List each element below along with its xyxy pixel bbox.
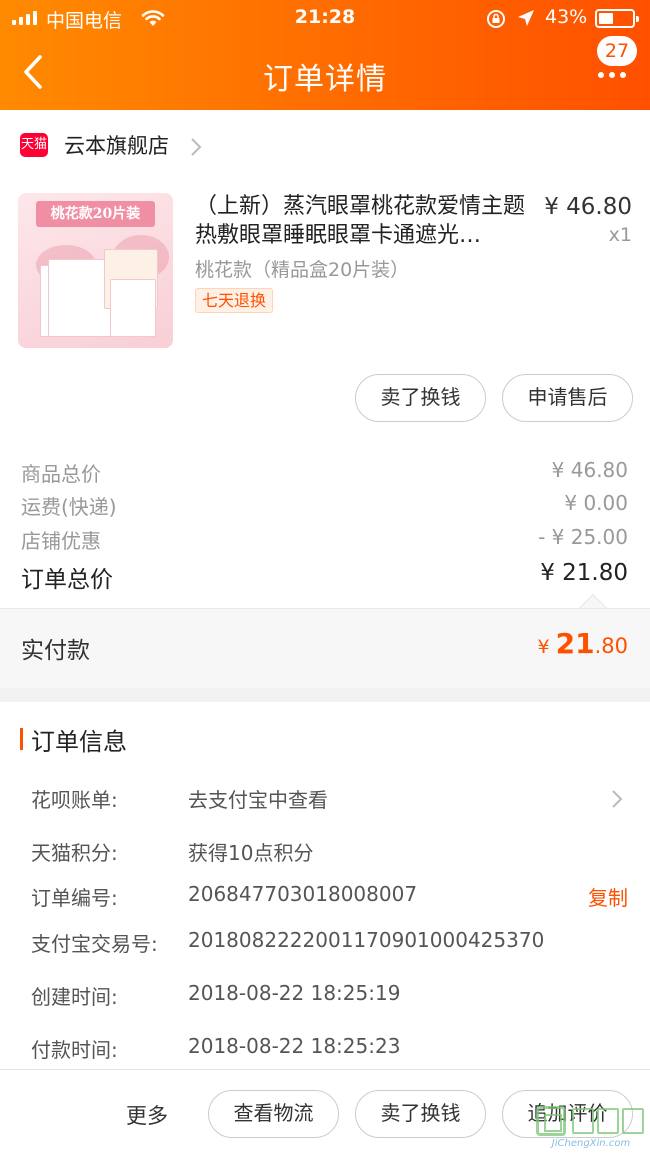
product-title[interactable]: （上新）蒸汽眼罩桃花款爱情主题热敷眼罩睡眠眼罩卡通遮光… xyxy=(195,192,530,250)
cost-value: - ¥ 25.00 xyxy=(538,525,628,549)
product-thumbnail[interactable]: 桃花款20片装 xyxy=(18,193,173,348)
message-count-badge[interactable]: 27 xyxy=(597,36,637,66)
cost-label: 运费(快递) xyxy=(21,495,117,519)
info-value: 2018-08-22 18:25:23 xyxy=(188,1034,401,1058)
info-row-alipay-trade: 支付宝交易号: 2018082222001170901000425370 xyxy=(0,928,650,960)
info-row-paid-time: 付款时间: 2018-08-22 18:25:23 xyxy=(0,1034,650,1066)
info-key: 付款时间: xyxy=(31,1038,118,1062)
tmall-logo-icon: 天猫 xyxy=(20,133,48,157)
watermark-logo: JiChengXin.com xyxy=(532,1104,650,1156)
chevron-right-icon xyxy=(191,138,202,156)
cost-row-discount: 店铺优惠 - ¥ 25.00 xyxy=(0,525,650,555)
product-quantity: x1 xyxy=(608,224,632,246)
paid-amount: ¥ 21.80 xyxy=(537,627,628,660)
info-key: 支付宝交易号: xyxy=(31,932,158,956)
total-label: 订单总价 xyxy=(21,567,113,593)
info-row-points: 天猫积分: 获得10点积分 xyxy=(0,837,650,869)
order-total-row: 订单总价 ¥ 21.80 xyxy=(0,560,650,596)
view-logistics-button[interactable]: 查看物流 xyxy=(208,1090,339,1138)
info-value: 2018082222001170901000425370 xyxy=(188,928,545,952)
cost-value: ¥ 46.80 xyxy=(551,458,628,482)
section-title: 订单信息 xyxy=(31,728,127,756)
cost-row-shipping: 运费(快递) ¥ 0.00 xyxy=(0,491,650,521)
status-bar: 中国电信 21:28 43% xyxy=(0,0,650,36)
paid-label: 实付款 xyxy=(21,638,90,664)
cost-label: 商品总价 xyxy=(21,462,101,486)
battery-percent: 43% xyxy=(545,6,588,28)
product-price: ¥ 46.80 xyxy=(544,194,632,220)
copy-button[interactable]: 复制 xyxy=(588,882,628,911)
page-title: 订单详情 xyxy=(263,62,387,97)
info-key: 花呗账单: xyxy=(31,788,118,812)
info-value: 206847703018008007 xyxy=(188,882,418,906)
location-arrow-icon xyxy=(518,10,534,26)
thumbnail-banner: 桃花款20片装 xyxy=(36,201,155,227)
info-key: 创建时间: xyxy=(31,985,118,1009)
paid-amount-row: 实付款 ¥ 21.80 xyxy=(0,608,650,688)
cost-label: 店铺优惠 xyxy=(21,529,101,553)
orientation-lock-icon xyxy=(487,10,505,28)
battery-icon xyxy=(595,9,639,28)
info-row-order-number: 订单编号: 206847703018008007 复制 xyxy=(0,882,650,914)
return-policy-badge: 七天退换 xyxy=(195,288,274,313)
watermark-text: JiChengXin.com xyxy=(551,1138,631,1149)
info-key: 天猫积分: xyxy=(31,841,118,865)
order-summary-card: 天猫 云本旗舰店 桃花款20片装 （上新）蒸汽眼罩桃花款爱情主题热敷眼罩睡眠眼罩… xyxy=(0,110,650,688)
info-key: 订单编号: xyxy=(31,886,118,910)
info-row-created: 创建时间: 2018-08-22 18:25:19 xyxy=(0,981,650,1013)
cost-row-subtotal: 商品总价 ¥ 46.80 xyxy=(0,458,650,488)
info-row-huabei[interactable]: 花呗账单: 去支付宝中查看 xyxy=(0,784,650,816)
info-value: 去支付宝中查看 xyxy=(188,788,328,812)
info-value: 2018-08-22 18:25:19 xyxy=(188,981,401,1005)
after-sales-button[interactable]: 申请售后 xyxy=(502,374,633,422)
store-link[interactable]: 天猫 云本旗舰店 xyxy=(0,128,650,164)
section-accent-bar xyxy=(20,728,23,750)
header: 中国电信 21:28 43% 订单详情 27 xyxy=(0,0,650,110)
cost-value: ¥ 0.00 xyxy=(564,491,628,515)
store-name: 云本旗舰店 xyxy=(64,134,169,158)
more-actions-button[interactable]: 更多 xyxy=(126,1100,168,1130)
resell-button[interactable]: 卖了换钱 xyxy=(355,374,486,422)
total-value: ¥ 21.80 xyxy=(540,560,628,586)
product-sku: 桃花款（精品盒20片装） xyxy=(195,259,410,281)
info-value: 获得10点积分 xyxy=(188,841,314,865)
resell-button[interactable]: 卖了换钱 xyxy=(355,1090,486,1138)
chevron-right-icon xyxy=(612,790,623,808)
